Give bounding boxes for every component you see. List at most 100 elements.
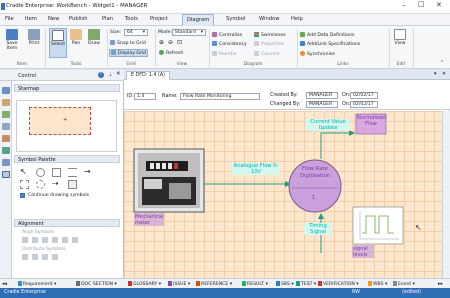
created-on-field[interactable]: 02/02/17 — [350, 92, 378, 99]
terminator-symbol-icon[interactable] — [52, 168, 61, 177]
created-by-field[interactable]: MANAGER — [306, 92, 338, 99]
starmap-view[interactable]: + — [16, 100, 117, 152]
gas-meter-image[interactable] — [133, 148, 205, 213]
zoom-fit-icon[interactable]: ⊡ — [177, 39, 182, 46]
grid-size-select[interactable]: 64 ▾ — [124, 29, 148, 36]
store-symbol-icon[interactable] — [68, 168, 77, 177]
continue-drawing-checkbox[interactable]: ✓ — [20, 193, 25, 198]
changed-by-field[interactable]: MANAGER — [306, 101, 338, 108]
print-button[interactable]: Print — [26, 29, 42, 46]
dashed-flow-icon[interactable]: ⇢ — [52, 180, 61, 189]
align-buttons[interactable] — [22, 237, 82, 243]
snap-to-grid-button[interactable]: Snap to Grid — [110, 40, 146, 46]
process-symbol-icon[interactable] — [36, 168, 45, 177]
consistency-button[interactable]: Consistency — [212, 41, 247, 47]
add-data-definitions-button[interactable]: Add Data Definitions — [300, 32, 354, 38]
close-icon[interactable]: ✕ — [436, 1, 442, 9]
symbol-palette-header[interactable]: Symbol Palette — [14, 155, 120, 163]
chart-tool-icon[interactable] — [2, 135, 10, 142]
select-tool-button[interactable]: Select — [49, 28, 67, 58]
distribute-buttons[interactable] — [22, 254, 62, 260]
tab-event[interactable]: Event ▾ — [393, 281, 415, 287]
centralise-button[interactable]: Centralise — [212, 32, 242, 38]
collapse-ribbon-icon[interactable]: ⌃ — [440, 60, 444, 66]
save-item-button[interactable]: Save Item — [3, 29, 21, 51]
tab-menu-icon[interactable]: ▾ — [434, 71, 437, 77]
help-icon[interactable]: ? — [98, 72, 104, 78]
changed-on-field[interactable]: 02/02/17 — [350, 101, 378, 108]
tree-tool-icon[interactable] — [2, 111, 10, 118]
tab-requirement[interactable]: Requirement ▾ — [18, 281, 56, 287]
tab-reference[interactable]: REFERENCE ▾ — [196, 281, 232, 287]
swimlanes-button[interactable]: Swimlanes — [254, 32, 286, 38]
diagram-canvas[interactable]: Analogue Flow 0-10V Flow Rate Digitisati… — [124, 111, 450, 278]
tab-verification[interactable]: VERIFICATION ▾ — [318, 281, 359, 287]
tabs-scroll-left-icon[interactable]: ◂◂ — [2, 281, 7, 287]
zoom-out-icon[interactable]: ⊖ — [168, 39, 173, 46]
signal-levels-chart[interactable] — [352, 206, 404, 245]
draw-tool-button[interactable]: Draw — [86, 29, 102, 46]
flow-symbol-icon[interactable]: → — [84, 168, 93, 177]
document-tab[interactable]: E DFD: 1.4 (A) — [126, 71, 171, 80]
item-type-tabs: ◂◂ Requirement ▾ DOC SECTION ▾ GLOSSARY … — [0, 278, 450, 288]
pan-tool-button[interactable]: Pan — [69, 29, 83, 46]
tabs-scroll-right-icon[interactable]: ▸▸ — [438, 281, 443, 287]
control-tool-icon[interactable] — [2, 171, 10, 178]
add-link-specifications-button[interactable]: Add/Link Specifications — [300, 41, 360, 47]
name-field[interactable]: Flow Rate Monitoring — [180, 93, 260, 100]
tab-wbs[interactable]: WBS ▾ — [368, 281, 387, 287]
pin-icon[interactable]: ⊥ — [108, 72, 112, 78]
menu-help[interactable]: Help — [290, 16, 304, 22]
properties-button[interactable]: Properties — [254, 41, 284, 47]
tab-doc-section[interactable]: DOC SECTION ▾ — [76, 281, 117, 287]
menu-tools[interactable]: Tools — [124, 16, 139, 22]
alignment-header[interactable]: Alignment — [14, 219, 120, 227]
synchronise-button[interactable]: Synchronise — [300, 51, 335, 57]
display-grid-button[interactable]: Display Grid — [109, 49, 149, 57]
menu-symbol[interactable]: Symbol — [225, 16, 246, 22]
note-symbol-icon[interactable] — [68, 180, 77, 189]
convert-button[interactable]: Convert — [254, 51, 279, 57]
tab-glossary[interactable]: GLOSSARY ▾ — [128, 281, 161, 287]
starmap-tool-icon[interactable] — [2, 87, 10, 94]
id-field[interactable]: 1.4 — [134, 93, 156, 100]
zoom-in-icon[interactable]: ⊕ — [159, 39, 164, 46]
convert-icon — [254, 51, 259, 56]
vertical-scrollbar[interactable] — [442, 111, 450, 278]
tab-test[interactable]: TEST ▾ — [296, 281, 316, 287]
minimize-icon[interactable]: – — [402, 1, 406, 9]
analogue-flow-label[interactable]: Analogue Flow 0-10V — [232, 163, 280, 175]
close-panel-icon[interactable]: ✕ — [116, 71, 121, 77]
refresh-button[interactable]: Refresh — [159, 50, 183, 56]
tab-result[interactable]: RESULT ▾ — [242, 281, 268, 287]
menu-publish[interactable]: Publish — [68, 16, 89, 22]
control-process-icon[interactable] — [36, 180, 45, 189]
menu-new[interactable]: New — [47, 16, 60, 22]
reorder-button[interactable]: Reorder — [212, 51, 237, 57]
table-tool-icon[interactable] — [2, 123, 10, 130]
current-value-label[interactable]: Current Value Update — [306, 119, 350, 131]
name-label: Name: — [162, 94, 178, 99]
starmap-header[interactable]: Starmap — [14, 84, 120, 92]
cursor-symbol-icon[interactable]: ↖ — [20, 168, 29, 177]
grid-tool-icon[interactable] — [2, 159, 10, 166]
tab-sbs[interactable]: SBS ▾ — [276, 281, 294, 287]
view-mode-select[interactable]: Standard ▾ — [172, 29, 206, 36]
view-edit-button[interactable]: View — [392, 29, 408, 46]
tab-issue[interactable]: ISSUE ▾ — [168, 281, 190, 287]
menu-plan[interactable]: Plan — [101, 16, 114, 22]
menu-window[interactable]: Window — [258, 16, 280, 22]
verification-icon — [318, 281, 322, 286]
menu-project[interactable]: Project — [149, 16, 169, 22]
folder-tool-icon[interactable] — [2, 99, 10, 106]
close-tab-icon[interactable]: ✕ — [442, 71, 446, 77]
current-value-flow-arrow[interactable] — [320, 130, 355, 159]
save-icon — [6, 29, 18, 40]
starmap-viewport[interactable] — [29, 107, 91, 135]
menu-item[interactable]: Item — [24, 16, 38, 22]
boundary-symbol-icon[interactable] — [20, 180, 29, 189]
timing-signal-label[interactable]: Timing Signal — [304, 223, 332, 235]
maximize-icon[interactable]: □ — [418, 0, 425, 8]
menu-file[interactable]: File — [4, 16, 15, 22]
list-tool-icon[interactable] — [2, 147, 10, 154]
